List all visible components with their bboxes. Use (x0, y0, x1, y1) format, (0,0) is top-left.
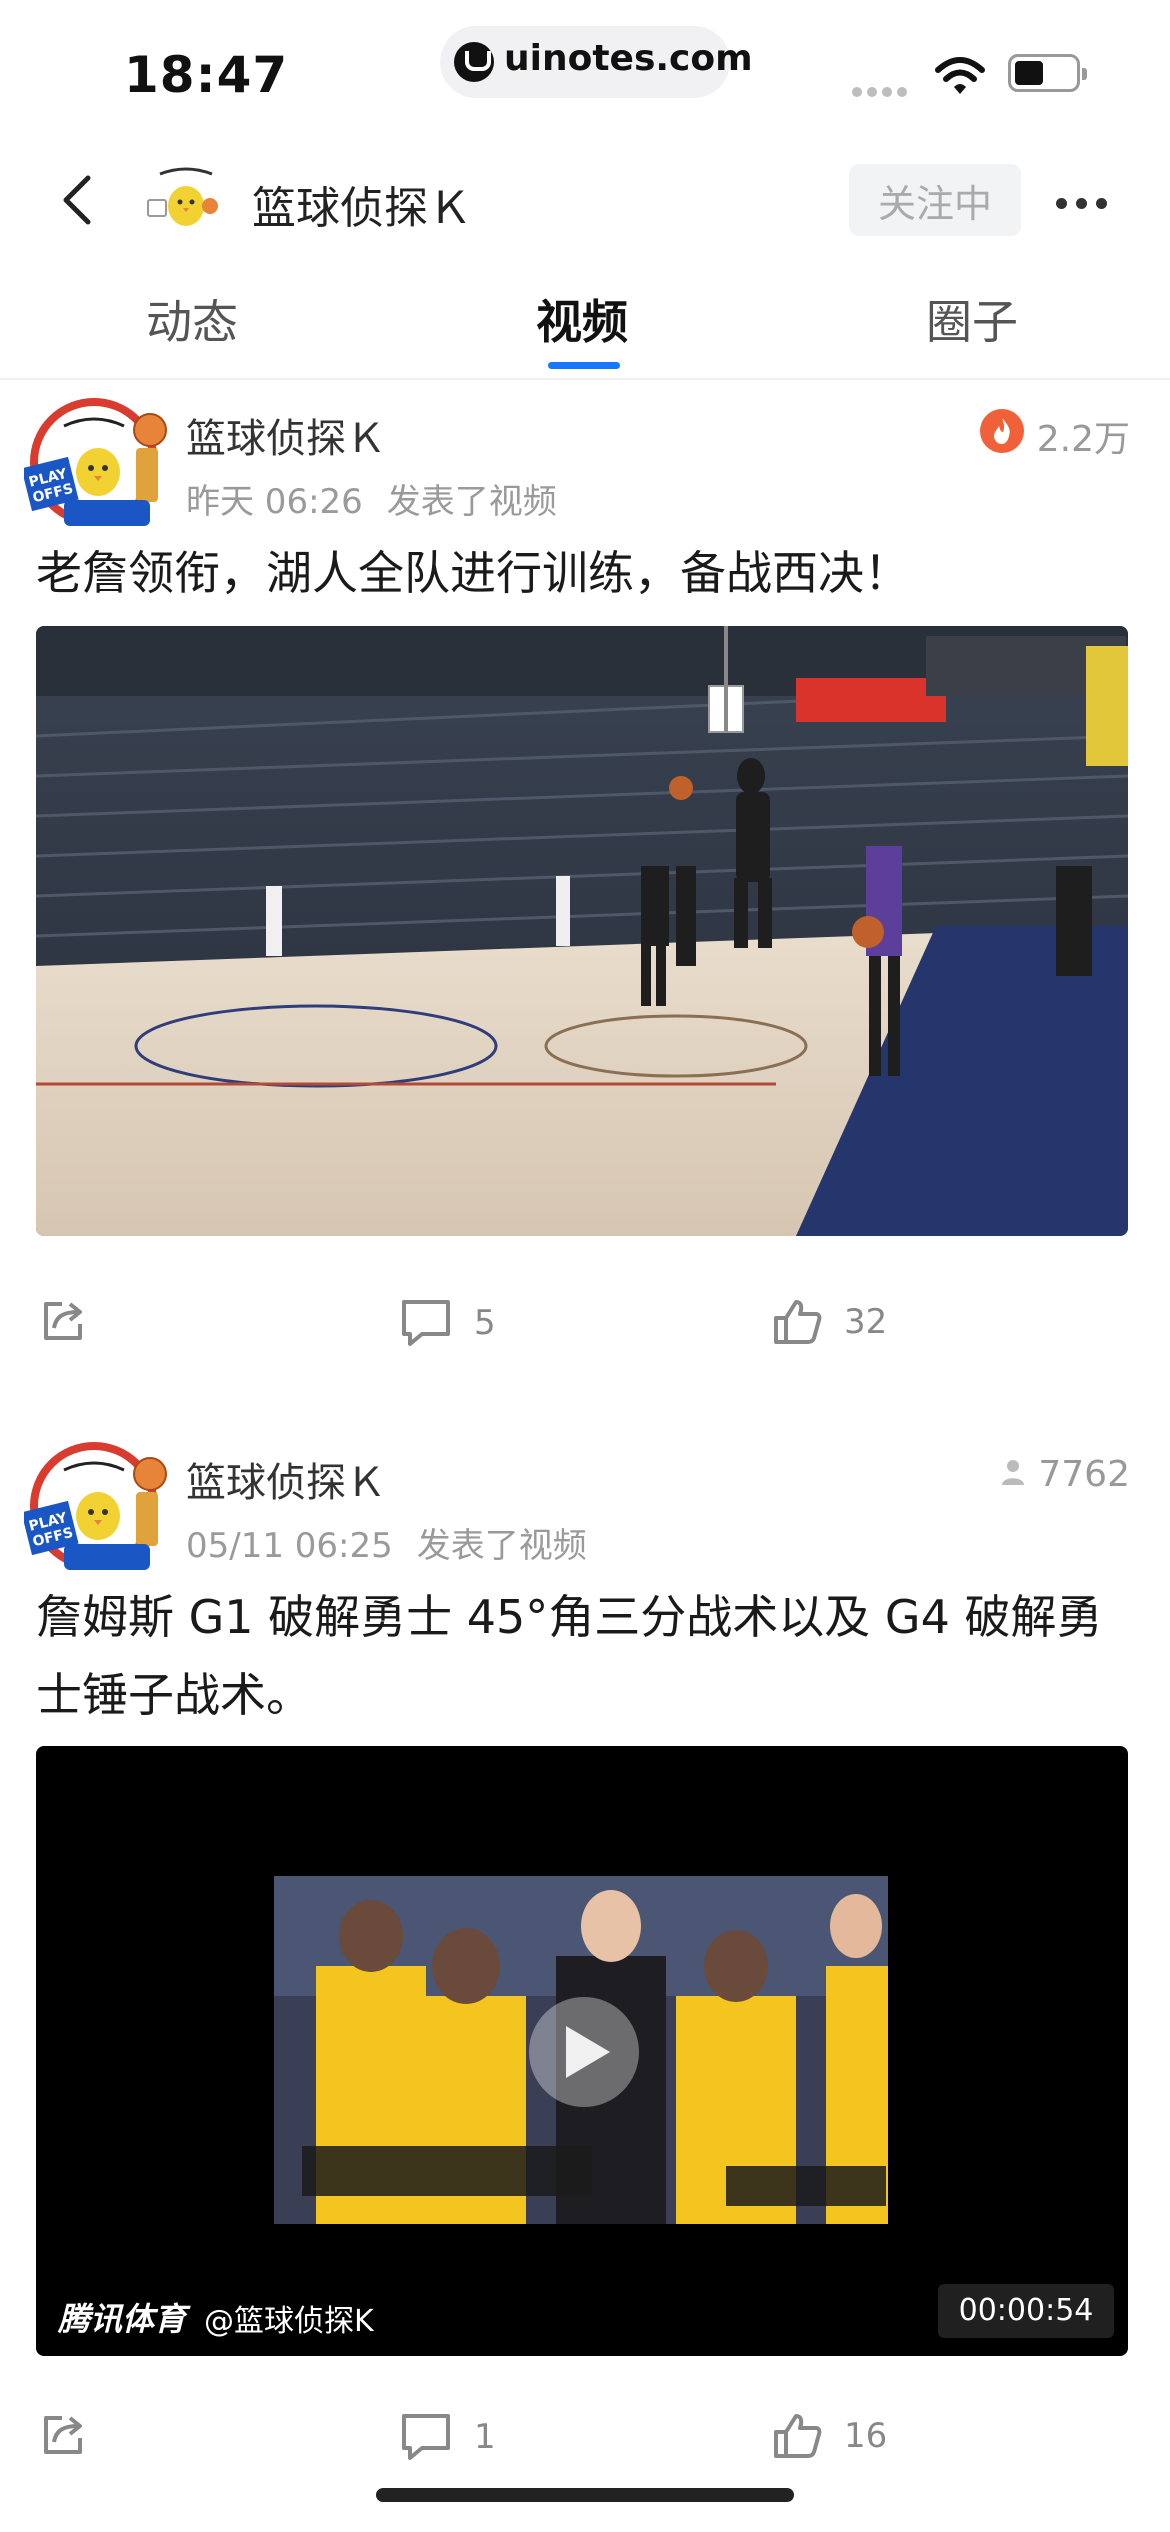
thumbs-up-icon (774, 2414, 822, 2458)
post-meta: 昨天 06:26 发表了视频 (186, 474, 557, 523)
post-meta: 05/11 06:25 发表了视频 (186, 1518, 587, 1567)
author-name[interactable]: 篮球侦探Ｋ (186, 406, 386, 464)
video-thumbnail[interactable] (36, 626, 1128, 1236)
status-url[interactable]: uinotes.com (504, 38, 753, 79)
hot-count: 2.2万 (1036, 418, 1130, 460)
hot-metric: 2.2万 (979, 408, 1130, 463)
status-bar: 18:47 uinotes.com (0, 0, 1170, 140)
author-avatar[interactable]: PLAY OFFS (21, 396, 172, 536)
like-count: 32 (844, 1302, 888, 1342)
profile-header: 篮球侦探Ｋ 关注中 (0, 150, 1170, 250)
author-avatar[interactable]: PLAY OFFS (21, 1440, 172, 1580)
wifi-icon (934, 56, 986, 100)
comment-count: 5 (474, 1303, 496, 1343)
tab-dynamics[interactable]: 动态 (146, 286, 238, 352)
signal-icon (852, 82, 912, 101)
watermark-brand: 腾讯体育 (58, 2300, 187, 2338)
more-horizontal-icon[interactable] (1056, 194, 1116, 213)
thumbs-up-icon (774, 1300, 822, 1344)
chevron-left-icon[interactable] (52, 172, 108, 228)
share-button[interactable] (40, 2412, 112, 2458)
battery-icon (1008, 54, 1087, 92)
site-logo-icon (454, 42, 494, 82)
follow-button[interactable]: 关注中 (849, 164, 1021, 236)
tab-circle[interactable]: 圈子 (926, 286, 1018, 352)
view-count: 7762 (1038, 1454, 1130, 1495)
active-tab-indicator (548, 362, 620, 369)
share-icon (44, 2416, 82, 2454)
home-indicator[interactable] (376, 2488, 794, 2502)
tab-videos[interactable]: 视频 (536, 286, 628, 352)
share-icon (44, 1302, 82, 1340)
comment-icon (402, 1300, 450, 1346)
post-actions: 1 16 (0, 2412, 1170, 2482)
comment-icon (402, 2414, 450, 2460)
fire-icon (979, 408, 1025, 463)
post-text[interactable]: 老詹领衔，湖人全队进行训练，备战西决！ (36, 534, 1136, 612)
comment-button[interactable]: 1 (400, 2412, 496, 2462)
like-button[interactable]: 16 (772, 2412, 887, 2460)
person-icon (1000, 1454, 1026, 1495)
post-time: 昨天 06:26 (186, 482, 363, 522)
view-metric: 7762 (1000, 1454, 1130, 1495)
header-title: 篮球侦探Ｋ (252, 183, 472, 234)
post-text[interactable]: 詹姆斯 G1 破解勇士 45°角三分战术以及 G4 破解勇士锤子战术。 (36, 1578, 1136, 1734)
like-count: 16 (844, 2416, 888, 2456)
status-time: 18:47 (124, 46, 289, 104)
post-action: 发表了视频 (386, 482, 557, 522)
comment-count: 1 (474, 2417, 496, 2457)
post-actions: 5 32 (0, 1298, 1170, 1368)
post-action: 发表了视频 (416, 1526, 587, 1566)
author-name[interactable]: 篮球侦探Ｋ (186, 1450, 386, 1508)
watermark-user: @篮球侦探K (204, 2304, 374, 2339)
tab-bar: 动态 视频 圈子 (0, 270, 1170, 380)
post-time: 05/11 06:25 (186, 1526, 393, 1566)
video-player[interactable]: 腾讯体育 @篮球侦探K 00:00:54 (36, 1746, 1128, 2356)
video-duration: 00:00:54 (938, 2284, 1114, 2338)
comment-button[interactable]: 5 (400, 1298, 496, 1348)
like-button[interactable]: 32 (772, 1298, 887, 1346)
share-button[interactable] (40, 1298, 112, 1344)
header-avatar[interactable] (140, 160, 228, 240)
